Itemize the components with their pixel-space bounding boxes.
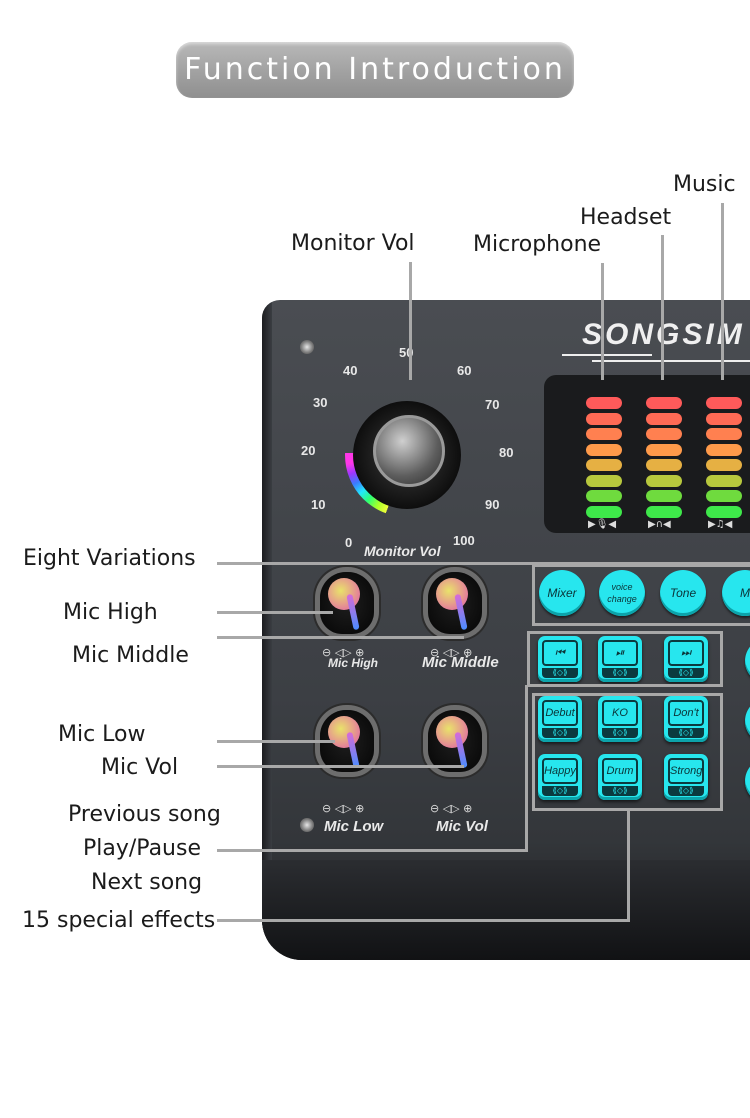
callout-music: Music — [673, 172, 736, 197]
music-channel-icon: ▶♫◀ — [708, 519, 733, 530]
vu-segment-headset — [646, 412, 682, 425]
leader-line-play-pause — [217, 849, 528, 852]
callout-previous-song: Previous song — [68, 802, 221, 827]
mic-low-label: Mic Low — [324, 818, 384, 835]
variations-bracket — [532, 564, 750, 626]
leader-line-mic-low — [217, 740, 335, 743]
leader-line-transport-vertical — [525, 685, 528, 851]
vu-segment-microphone — [586, 428, 622, 440]
vu-segment-music — [706, 474, 742, 487]
dial-tick-label: 10 — [311, 497, 326, 512]
callout-monitor-vol: Monitor Vol — [291, 231, 415, 256]
callout-mic-low: Mic Low — [58, 722, 146, 747]
vu-segment-music — [706, 459, 742, 471]
leader-line-mic-vol — [217, 765, 464, 768]
mic-vol-label: Mic Vol — [436, 818, 488, 835]
leader-line-special-effects — [217, 919, 630, 922]
vu-segment-music — [706, 428, 742, 440]
dial-tick-label: 100 — [453, 533, 475, 548]
vu-segment-music — [706, 490, 742, 502]
knob-minus-plus-marks: ⊖ ◁▷ ⊕ — [430, 802, 473, 815]
microphone-channel-icon: ▶🎙◀ — [588, 519, 617, 530]
side-button[interactable] — [745, 758, 750, 804]
vu-segment-headset — [646, 490, 682, 502]
screw-icon — [300, 340, 314, 354]
mic-middle-label: Mic Middle — [422, 654, 499, 671]
callout-mic-high: Mic High — [63, 600, 158, 625]
mic-vol-knob[interactable] — [428, 710, 482, 772]
mic-high-label: Mic High — [328, 656, 378, 670]
knob-cap — [328, 716, 360, 748]
vu-segment-headset — [646, 505, 682, 518]
transport-bracket — [527, 631, 723, 687]
callout-next-song: Next song — [91, 870, 203, 895]
dial-tick-label: 80 — [499, 445, 514, 460]
callout-headset: Headset — [580, 205, 672, 230]
leader-line-mic-high — [217, 611, 333, 614]
callout-mic-middle: Mic Middle — [72, 643, 189, 668]
effects-bracket — [532, 693, 723, 811]
dial-tick-label: 30 — [313, 395, 328, 410]
vu-segment-music — [706, 505, 742, 518]
vu-segment-headset — [646, 459, 682, 471]
dial-tick-label: 60 — [457, 363, 472, 378]
vu-segment-microphone — [586, 397, 622, 409]
vu-segment-headset — [646, 428, 682, 440]
callout-mic-vol: Mic Vol — [101, 755, 179, 780]
leader-line-mic-middle — [217, 636, 464, 639]
vu-segment-microphone — [586, 412, 622, 425]
vu-segment-microphone — [586, 474, 622, 487]
knob-cap — [436, 716, 468, 748]
brand-underline — [592, 360, 750, 362]
dial-tick-label: 90 — [485, 497, 500, 512]
callout-microphone: Microphone — [473, 232, 602, 257]
knob-cap — [328, 578, 360, 610]
vu-segment-music — [706, 412, 742, 425]
device-bottom-lip — [262, 860, 750, 960]
vu-segment-headset — [646, 397, 682, 409]
vu-segment-microphone — [586, 443, 622, 456]
vu-segment-headset — [646, 474, 682, 487]
monitor-vol-label: Monitor Vol — [364, 543, 441, 559]
mic-high-knob[interactable] — [320, 572, 374, 634]
callout-eight-variations: Eight Variations — [23, 546, 196, 571]
vu-meter: ▶🎙◀ ▶∩◀ ▶♫◀ — [544, 375, 750, 533]
leader-line-music — [721, 203, 724, 380]
leader-line-headset — [661, 235, 664, 380]
knob-cap — [436, 578, 468, 610]
vu-segment-microphone — [586, 490, 622, 502]
headset-channel-icon: ▶∩◀ — [648, 519, 671, 530]
callout-play-pause: Play/Pause — [83, 836, 201, 861]
dial-tick-label: 0 — [345, 535, 353, 550]
brand-underline — [562, 354, 652, 356]
dial-tick-label: 20 — [301, 443, 316, 458]
vu-segment-music — [706, 397, 742, 409]
dial-cap — [373, 415, 445, 487]
mic-middle-knob[interactable] — [428, 572, 482, 634]
vu-segment-microphone — [586, 505, 622, 518]
side-button[interactable] — [745, 638, 750, 684]
vu-segment-microphone — [586, 459, 622, 471]
dial-tick-label: 70 — [485, 397, 500, 412]
sound-card-device: SONGSIM 0 10 20 30 40 50 60 70 80 90 100… — [262, 300, 750, 960]
vu-segment-music — [706, 443, 742, 456]
side-button[interactable] — [745, 698, 750, 744]
dial-tick-label: 40 — [343, 363, 358, 378]
vu-segment-headset — [646, 443, 682, 456]
screw-icon — [300, 818, 314, 832]
knob-minus-plus-marks: ⊖ ◁▷ ⊕ — [322, 802, 365, 815]
section-title: Function Introduction — [176, 42, 574, 98]
monitor-vol-dial[interactable]: 0 10 20 30 40 50 60 70 80 90 100 — [301, 345, 513, 555]
callout-special-effects: 15 special effects — [22, 908, 216, 933]
leader-line-effects-vertical — [627, 810, 630, 922]
leader-line-microphone — [601, 263, 604, 380]
leader-line-monitor-vol — [409, 262, 412, 380]
